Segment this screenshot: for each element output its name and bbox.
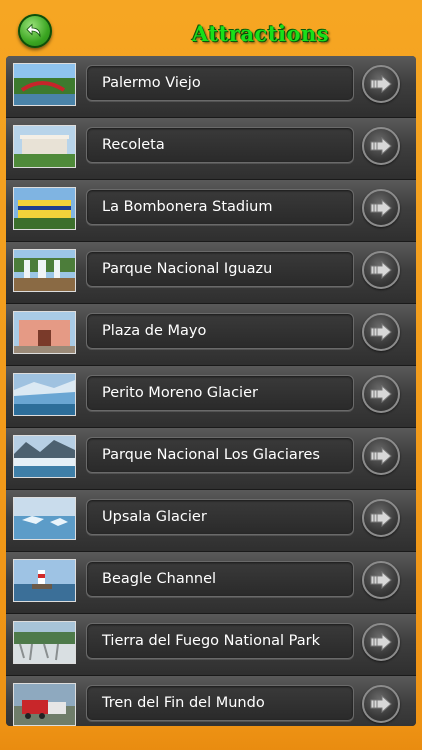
go-button[interactable] [362, 65, 400, 103]
item-label: Palermo Viejo [102, 75, 201, 91]
item-label: Upsala Glacier [102, 509, 207, 525]
go-button[interactable] [362, 437, 400, 475]
page-title: Attractions [192, 21, 330, 46]
thumbnail-iguazu [13, 249, 76, 292]
item-label: Perito Moreno Glacier [102, 385, 258, 401]
item-label-box[interactable]: Recoleta [86, 127, 354, 163]
item-label: Tierra del Fuego National Park [102, 633, 320, 649]
item-label-box[interactable]: Palermo Viejo [86, 65, 354, 101]
arrow-right-icon [370, 323, 392, 341]
item-label-box[interactable]: Parque Nacional Iguazu [86, 251, 354, 287]
back-arrow-icon [26, 23, 41, 38]
arrow-right-icon [370, 385, 392, 403]
thumbnail-recoleta [13, 125, 76, 168]
list-item[interactable]: Palermo Viejo [6, 56, 416, 118]
thumbnail-beagle-channel [13, 559, 76, 602]
arrow-right-icon [370, 199, 392, 217]
go-button[interactable] [362, 685, 400, 723]
item-label-box[interactable]: La Bombonera Stadium [86, 189, 354, 225]
arrow-right-icon [370, 571, 392, 589]
list-item[interactable]: Parque Nacional Iguazu [6, 242, 416, 304]
item-label-box[interactable]: Tierra del Fuego National Park [86, 623, 354, 659]
list-item[interactable]: Perito Moreno Glacier [6, 366, 416, 428]
list-item[interactable]: Recoleta [6, 118, 416, 180]
go-button[interactable] [362, 127, 400, 165]
item-label: Parque Nacional Los Glaciares [102, 447, 320, 463]
arrow-right-icon [370, 633, 392, 651]
go-button[interactable] [362, 189, 400, 227]
arrow-right-icon [370, 509, 392, 527]
thumbnail-upsala-glacier [13, 497, 76, 540]
go-button[interactable] [362, 623, 400, 661]
go-button[interactable] [362, 313, 400, 351]
arrow-right-icon [370, 75, 392, 93]
item-label-box[interactable]: Perito Moreno Glacier [86, 375, 354, 411]
list-item[interactable]: Plaza de Mayo [6, 304, 416, 366]
list-item[interactable]: Upsala Glacier [6, 490, 416, 552]
item-label-box[interactable]: Parque Nacional Los Glaciares [86, 437, 354, 473]
item-label: Beagle Channel [102, 571, 217, 587]
go-button[interactable] [362, 499, 400, 537]
attractions-list: Palermo Viejo Recoleta La Bombonera Stad… [6, 56, 416, 726]
thumbnail-la-bombonera [13, 187, 76, 230]
list-item[interactable]: La Bombonera Stadium [6, 180, 416, 242]
thumbnail-plaza-de-mayo [13, 311, 76, 354]
item-label-box[interactable]: Beagle Channel [86, 561, 354, 597]
item-label-box[interactable]: Upsala Glacier [86, 499, 354, 535]
arrow-right-icon [370, 261, 392, 279]
item-label: Plaza de Mayo [102, 323, 207, 339]
thumbnail-perito-moreno [13, 373, 76, 416]
list-item[interactable]: Tren del Fin del Mundo [6, 676, 416, 726]
thumbnail-tren-del-fin-del-mundo [13, 683, 76, 726]
item-label-box[interactable]: Tren del Fin del Mundo [86, 685, 354, 721]
back-button[interactable] [18, 14, 52, 48]
arrow-right-icon [370, 695, 392, 713]
item-label: Parque Nacional Iguazu [102, 261, 273, 277]
item-label-box[interactable]: Plaza de Mayo [86, 313, 354, 349]
bottom-strip [0, 726, 422, 750]
arrow-right-icon [370, 447, 392, 465]
item-label: La Bombonera Stadium [102, 199, 273, 215]
list-item[interactable]: Parque Nacional Los Glaciares [6, 428, 416, 490]
header: Attractions [0, 0, 422, 56]
go-button[interactable] [362, 561, 400, 599]
list-item[interactable]: Beagle Channel [6, 552, 416, 614]
thumbnail-palermo-viejo [13, 63, 76, 106]
arrow-right-icon [370, 137, 392, 155]
go-button[interactable] [362, 375, 400, 413]
thumbnail-los-glaciares [13, 435, 76, 478]
go-button[interactable] [362, 251, 400, 289]
thumbnail-tierra-del-fuego [13, 621, 76, 664]
list-item[interactable]: Tierra del Fuego National Park [6, 614, 416, 676]
item-label: Tren del Fin del Mundo [102, 695, 265, 711]
item-label: Recoleta [102, 137, 165, 153]
